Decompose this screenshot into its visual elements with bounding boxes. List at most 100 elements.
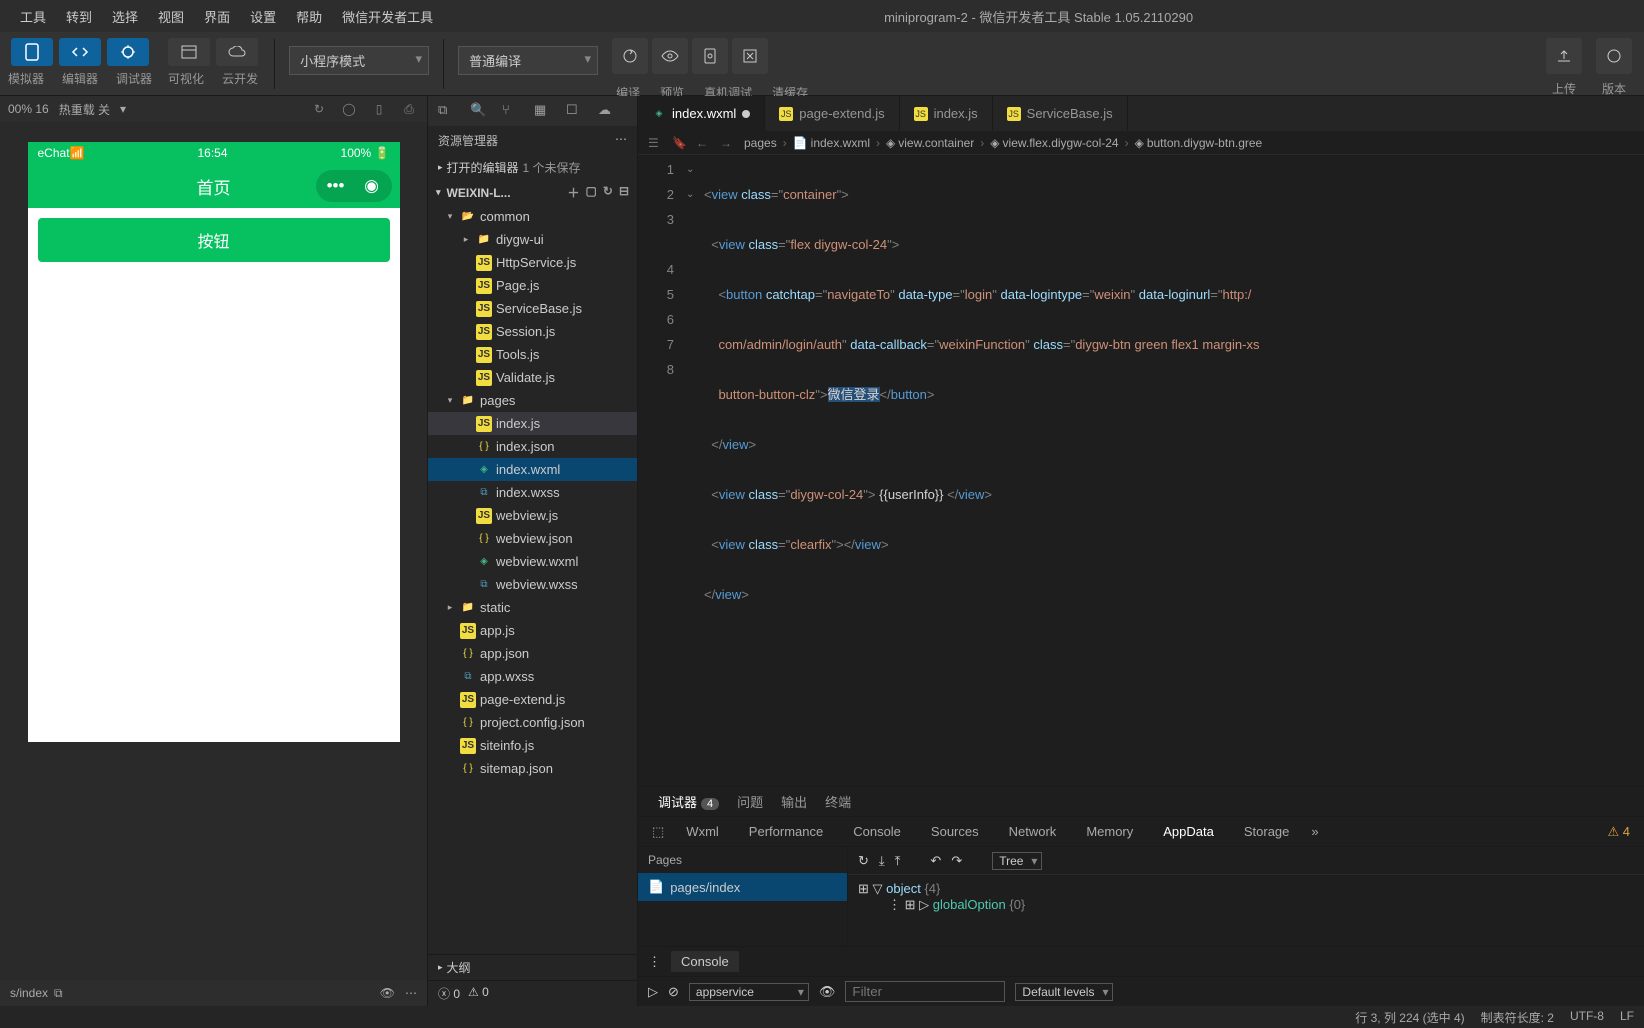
- console-more-icon[interactable]: ⋮: [648, 954, 661, 970]
- tab-size[interactable]: 制表符长度: 2: [1481, 1009, 1554, 1026]
- tree-dropdown[interactable]: Tree: [992, 852, 1042, 870]
- load-data-icon[interactable]: ⤒: [895, 853, 901, 869]
- file-sitemap-json[interactable]: { }sitemap.json: [428, 757, 637, 780]
- simulator-toggle[interactable]: [11, 38, 53, 66]
- console-play-icon[interactable]: ▷: [648, 984, 658, 1000]
- editor-toggle[interactable]: [59, 38, 101, 66]
- mode-dropdown[interactable]: 小程序模式: [289, 46, 429, 75]
- performance-tab[interactable]: Performance: [741, 821, 831, 842]
- tab-page-extend-js[interactable]: JSpage-extend.js: [765, 96, 899, 131]
- dt-output-tab[interactable]: 输出: [781, 788, 807, 815]
- more-icon[interactable]: ⋯: [405, 986, 417, 1000]
- file-index-json[interactable]: { }index.json: [428, 435, 637, 458]
- back-icon[interactable]: ←: [696, 136, 714, 150]
- nav-close-icon[interactable]: ◉: [354, 172, 390, 200]
- files-icon[interactable]: ⧉: [438, 102, 456, 120]
- bc-file[interactable]: 📄 index.wxml: [793, 136, 870, 150]
- remote-debug-button[interactable]: [692, 38, 728, 74]
- file-Tools-js[interactable]: JSTools.js: [428, 343, 637, 366]
- file-siteinfo-js[interactable]: JSsiteinfo.js: [428, 734, 637, 757]
- zoom-display[interactable]: 00% 16: [8, 102, 49, 116]
- refresh-explorer-icon[interactable]: ↻: [603, 184, 613, 201]
- warning-count[interactable]: ⚠ 0: [468, 985, 489, 1002]
- bc-container[interactable]: ◈ view.container: [886, 136, 974, 150]
- bc-flex[interactable]: ◈ view.flex.diygw-col-24: [990, 136, 1118, 150]
- clear-cache-button[interactable]: [732, 38, 768, 74]
- error-count[interactable]: ⓧ 0: [438, 985, 460, 1002]
- hot-reload-toggle[interactable]: 热重载 关: [59, 101, 110, 118]
- file-app-json[interactable]: { }app.json: [428, 642, 637, 665]
- appdata-tab[interactable]: AppData: [1155, 821, 1222, 842]
- undo-icon[interactable]: ↶: [930, 853, 941, 869]
- collapse-icon[interactable]: ⊟: [619, 184, 629, 201]
- dt-debugger-tab[interactable]: 调试器4: [658, 788, 719, 815]
- nav-menu-icon[interactable]: •••: [318, 172, 354, 200]
- scm-icon[interactable]: ⑂: [502, 102, 520, 120]
- code-editor[interactable]: 12345678 ⌄⌄ <view class="container"> <vi…: [638, 155, 1644, 786]
- outline-section[interactable]: 大纲: [447, 959, 471, 976]
- copy-path-icon[interactable]: ⧉: [54, 986, 63, 1001]
- file-HttpService-js[interactable]: JSHttpService.js: [428, 251, 637, 274]
- console-drawer-tab[interactable]: Console: [671, 951, 739, 972]
- file-index-wxss[interactable]: ⧉index.wxss: [428, 481, 637, 504]
- screenshot-icon[interactable]: ⎙: [399, 99, 419, 119]
- cloud-toggle[interactable]: [216, 38, 258, 66]
- pages-row[interactable]: 📄 pages/index: [638, 873, 847, 901]
- eol[interactable]: LF: [1620, 1009, 1634, 1026]
- version-button[interactable]: [1596, 38, 1632, 74]
- file-project-config-json[interactable]: { }project.config.json: [428, 711, 637, 734]
- file-Session-js[interactable]: JSSession.js: [428, 320, 637, 343]
- new-file-icon[interactable]: ＋: [568, 184, 580, 201]
- dt-problems-tab[interactable]: 问题: [737, 788, 763, 815]
- menu-tools[interactable]: 工具: [10, 7, 56, 26]
- file-app-wxss[interactable]: ⧉app.wxss: [428, 665, 637, 688]
- preview-button[interactable]: [652, 38, 688, 74]
- file-webview-js[interactable]: JSwebview.js: [428, 504, 637, 527]
- menu-wx-devtools[interactable]: 微信开发者工具: [332, 7, 443, 26]
- filter-input[interactable]: [845, 981, 1005, 1002]
- tab-ServiceBase-js[interactable]: JSServiceBase.js: [993, 96, 1128, 131]
- file-Page-js[interactable]: JSPage.js: [428, 274, 637, 297]
- encoding[interactable]: UTF-8: [1570, 1009, 1604, 1026]
- inspect-icon[interactable]: ⬚: [652, 824, 664, 840]
- new-folder-icon[interactable]: ▢: [586, 184, 597, 201]
- levels-dropdown[interactable]: Default levels: [1015, 983, 1113, 1001]
- page-button[interactable]: 按钮: [38, 218, 390, 262]
- console-tab[interactable]: Console: [845, 821, 909, 842]
- cloud-icon[interactable]: ☁: [598, 102, 616, 120]
- refresh-data-icon[interactable]: ↻: [858, 853, 869, 869]
- menu-goto[interactable]: 转到: [56, 7, 102, 26]
- file-index-wxml[interactable]: ◈index.wxml: [428, 458, 637, 481]
- folder-diygw-ui[interactable]: ▸📁diygw-ui: [428, 228, 637, 251]
- project-name[interactable]: WEIXIN-L...: [447, 186, 511, 200]
- file-webview-wxml[interactable]: ◈webview.wxml: [428, 550, 637, 573]
- open-editors-section[interactable]: 打开的编辑器: [447, 159, 519, 176]
- tab-index-wxml[interactable]: ◈index.wxml: [638, 96, 765, 131]
- menu-ui[interactable]: 界面: [194, 7, 240, 26]
- file-Validate-js[interactable]: JSValidate.js: [428, 366, 637, 389]
- menu-settings[interactable]: 设置: [240, 7, 286, 26]
- folder-common[interactable]: ▾📂common: [428, 205, 637, 228]
- wxml-tab[interactable]: Wxml: [678, 821, 727, 842]
- folder-static[interactable]: ▸📁static: [428, 596, 637, 619]
- save-data-icon[interactable]: ⤓: [879, 853, 885, 869]
- redo-icon[interactable]: ↷: [951, 853, 962, 869]
- context-dropdown[interactable]: appservice: [689, 983, 809, 1001]
- file-index-js[interactable]: JSindex.js: [428, 412, 637, 435]
- console-clear-icon[interactable]: ⊘: [668, 984, 679, 1000]
- upload-button[interactable]: [1546, 38, 1582, 74]
- menu-help[interactable]: 帮助: [286, 7, 332, 26]
- compile-button[interactable]: [612, 38, 648, 74]
- file-webview-wxss[interactable]: ⧉webview.wxss: [428, 573, 637, 596]
- refresh-sim-icon[interactable]: ↻: [309, 99, 329, 119]
- more-tabs-icon[interactable]: »: [1311, 824, 1318, 839]
- folder-pages[interactable]: ▾📁pages: [428, 389, 637, 412]
- compile-dropdown[interactable]: 普通编译: [458, 46, 598, 75]
- device-icon[interactable]: ▯: [369, 99, 389, 119]
- visual-toggle[interactable]: [168, 38, 210, 66]
- bookmark-bc-icon[interactable]: 🔖: [672, 136, 690, 150]
- memory-tab[interactable]: Memory: [1078, 821, 1141, 842]
- obj-root[interactable]: ⊞ ▽ object {4}: [858, 881, 1634, 897]
- search-icon[interactable]: 🔍: [470, 102, 488, 120]
- dt-terminal-tab[interactable]: 终端: [825, 788, 851, 815]
